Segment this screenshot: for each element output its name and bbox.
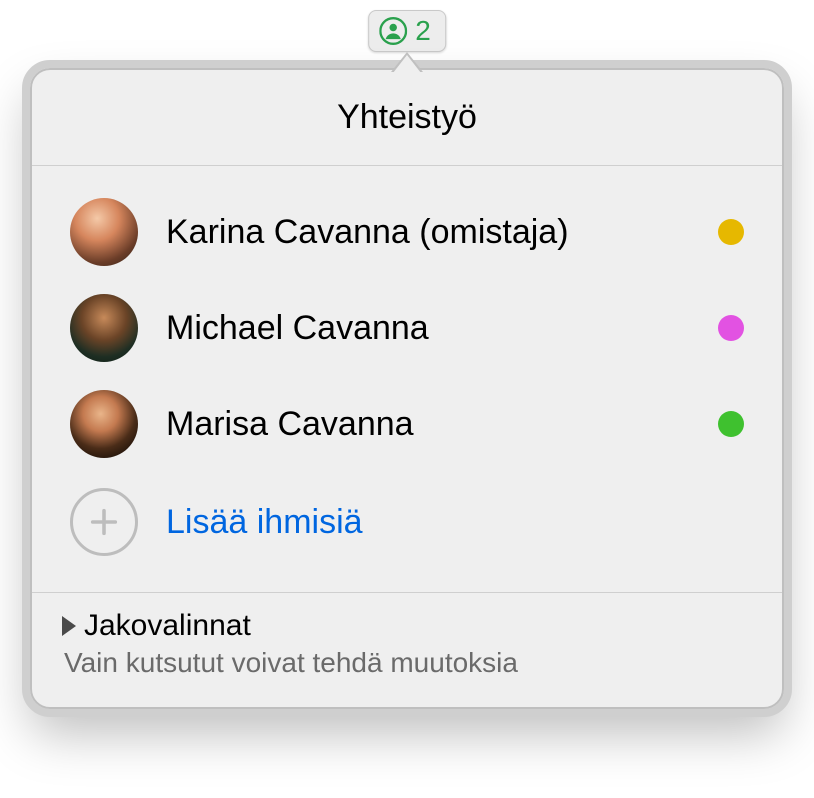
popover-title: Yhteistyö (32, 98, 782, 137)
participant-name: Marisa Cavanna (166, 405, 690, 444)
person-icon (379, 17, 407, 45)
avatar (70, 390, 138, 458)
participant-row[interactable]: Michael Cavanna (62, 280, 752, 376)
plus-icon (70, 488, 138, 556)
share-options[interactable]: Jakovalinnat Vain kutsutut voivat tehdä … (32, 592, 782, 707)
participant-name: Michael Cavanna (166, 309, 690, 348)
participant-row[interactable]: Karina Cavanna (omistaja) (62, 184, 752, 280)
add-people-label: Lisää ihmisiä (166, 503, 363, 542)
add-people-row[interactable]: Lisää ihmisiä (62, 472, 752, 586)
collaboration-badge[interactable]: 2 (368, 10, 446, 52)
status-dot (718, 219, 744, 245)
avatar (70, 294, 138, 362)
participant-list: Karina Cavanna (omistaja) Michael Cavann… (32, 166, 782, 592)
popover-pointer-inner (393, 55, 421, 73)
disclosure-triangle-icon (62, 616, 76, 636)
status-dot (718, 411, 744, 437)
participant-name: Karina Cavanna (omistaja) (166, 213, 690, 252)
avatar (70, 198, 138, 266)
popover-header: Yhteistyö (32, 70, 782, 166)
badge-count: 2 (415, 15, 431, 47)
status-dot (718, 315, 744, 341)
participant-row[interactable]: Marisa Cavanna (62, 376, 752, 472)
collaboration-popover: Yhteistyö Karina Cavanna (omistaja) Mich… (30, 68, 784, 709)
share-options-title: Jakovalinnat (84, 609, 251, 643)
share-options-subtitle: Vain kutsutut voivat tehdä muutoksia (64, 647, 752, 679)
